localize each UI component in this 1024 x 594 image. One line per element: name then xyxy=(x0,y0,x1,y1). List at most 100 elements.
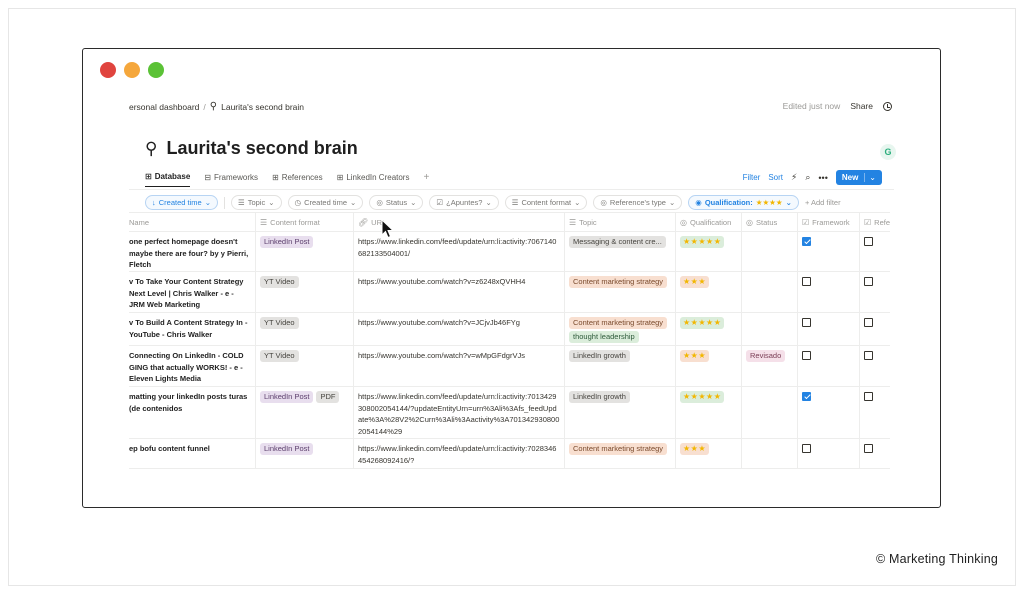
row-content-format[interactable]: YT Video xyxy=(256,313,354,345)
row-qualification[interactable]: ★★★★★ xyxy=(676,232,742,271)
brain-icon[interactable]: ⚲ xyxy=(145,139,157,159)
more-icon[interactable]: ••• xyxy=(818,173,827,183)
framework-checkbox[interactable] xyxy=(802,277,811,286)
row-name[interactable]: matting your linkedIn posts turas de con… xyxy=(129,387,256,438)
arrow-down-icon: ↓ xyxy=(152,198,156,207)
row-status[interactable] xyxy=(742,387,798,438)
brain-icon: ⚲ xyxy=(209,101,218,112)
chevron-down-icon: ⌄ xyxy=(350,198,357,207)
row-qualification[interactable]: ★★★ xyxy=(676,272,742,312)
history-icon[interactable] xyxy=(883,101,892,111)
row-qualification[interactable]: ★★★★★ xyxy=(676,313,742,345)
filter-chip-reference-type[interactable]: ◎ Reference's type ⌄ xyxy=(593,195,683,210)
add-filter-button[interactable]: + Add filter xyxy=(805,198,841,207)
breadcrumb-current[interactable]: Laurita's second brain xyxy=(221,102,304,112)
reference-checkbox[interactable] xyxy=(864,277,873,286)
row-url[interactable]: https://www.youtube.com/watch?v=wMpGFdgr… xyxy=(354,346,565,386)
row-url[interactable]: https://www.linkedin.com/feed/update/urn… xyxy=(354,387,565,438)
framework-checkbox[interactable] xyxy=(802,392,811,401)
row-url[interactable]: https://www.youtube.com/watch?v=JCjvJb46… xyxy=(354,313,565,345)
row-name[interactable]: v To Build A Content Strategy In - YouTu… xyxy=(129,313,256,345)
filter-bar: ↓ Created time ⌄ ☰ Topic ⌄ ◷ Created tim… xyxy=(145,195,841,210)
row-topic[interactable]: Content marketing strategy xyxy=(565,272,676,312)
reference-checkbox[interactable] xyxy=(864,237,873,246)
row-topic[interactable]: LinkedIn growth xyxy=(565,346,676,386)
table-row[interactable]: v To Take Your Content Strategy Next Lev… xyxy=(129,272,890,313)
column-header-topic[interactable]: ☰ Topic xyxy=(565,213,676,231)
filter-chip-status[interactable]: ◎ Status ⌄ xyxy=(369,195,424,210)
filter-chip-content-format[interactable]: ☰ Content format ⌄ xyxy=(504,195,588,210)
column-header-status[interactable]: ◎ Status xyxy=(742,213,798,231)
reference-checkbox[interactable] xyxy=(864,351,873,360)
close-window-button[interactable] xyxy=(100,62,116,78)
column-header-qualification[interactable]: ◎ Qualification xyxy=(676,213,742,231)
table-row[interactable]: v To Build A Content Strategy In - YouTu… xyxy=(129,313,890,346)
chevron-down-icon[interactable]: ⌄ xyxy=(864,173,876,182)
row-content-format[interactable]: LinkedIn Post xyxy=(256,232,354,271)
minimize-window-button[interactable] xyxy=(124,62,140,78)
filter-chip-apuntes[interactable]: ☑ ¿Apuntes? ⌄ xyxy=(429,195,499,210)
reference-checkbox[interactable] xyxy=(864,318,873,327)
tab-database[interactable]: ⊞ Database xyxy=(145,172,191,187)
row-url[interactable]: https://www.linkedin.com/feed/update/urn… xyxy=(354,439,565,468)
row-content-format[interactable]: YT Video xyxy=(256,346,354,386)
format-tag: LinkedIn Post xyxy=(260,443,314,455)
row-content-format[interactable]: LinkedIn Post PDF xyxy=(256,387,354,438)
table-row[interactable]: Connecting On LinkedIn - COLD GING that … xyxy=(129,346,890,387)
framework-checkbox[interactable] xyxy=(802,318,811,327)
tab-references[interactable]: ⊞ References xyxy=(272,172,323,187)
row-content-format[interactable]: LinkedIn Post xyxy=(256,439,354,468)
row-url[interactable]: https://www.youtube.com/watch?v=z6248xQV… xyxy=(354,272,565,312)
search-icon[interactable]: ⌕ xyxy=(805,172,810,183)
sort-button[interactable]: Sort xyxy=(768,173,783,182)
table-row[interactable]: one perfect homepage doesn't maybe there… xyxy=(129,232,890,272)
tab-linkedin-creators[interactable]: ⊞ LinkedIn Creators xyxy=(337,172,410,187)
reference-checkbox[interactable] xyxy=(864,444,873,453)
row-status[interactable] xyxy=(742,313,798,345)
row-qualification[interactable]: ★★★ xyxy=(676,439,742,468)
row-qualification[interactable]: ★★★★★ xyxy=(676,387,742,438)
sort-chip-created-time[interactable]: ↓ Created time ⌄ xyxy=(145,195,218,210)
side-badge-icon[interactable]: G xyxy=(880,144,896,160)
row-qualification[interactable]: ★★★ xyxy=(676,346,742,386)
maximize-window-button[interactable] xyxy=(148,62,164,78)
share-button[interactable]: Share xyxy=(850,101,873,111)
add-view-button[interactable]: + xyxy=(423,172,429,187)
filter-button[interactable]: Filter xyxy=(743,173,761,182)
row-name[interactable]: Connecting On LinkedIn - COLD GING that … xyxy=(129,346,256,386)
row-status[interactable]: Revisado xyxy=(742,346,798,386)
tab-frameworks[interactable]: ⊟ Frameworks xyxy=(204,172,258,187)
table-row[interactable]: ep bofu content funnel LinkedIn Post https… xyxy=(129,439,890,469)
page-title-text[interactable]: Laurita's second brain xyxy=(166,138,357,159)
filter-chip-qualification[interactable]: ◉ Qualification: ★★★★ ⌄ xyxy=(688,195,799,210)
row-status[interactable] xyxy=(742,439,798,468)
row-topic[interactable]: Content marketing strategy xyxy=(565,439,676,468)
row-name[interactable]: one perfect homepage doesn't maybe there… xyxy=(129,232,256,271)
row-status[interactable] xyxy=(742,232,798,271)
framework-checkbox[interactable] xyxy=(802,237,811,246)
row-content-format[interactable]: YT Video xyxy=(256,272,354,312)
row-name[interactable]: v To Take Your Content Strategy Next Lev… xyxy=(129,272,256,312)
column-header-name[interactable]: Name xyxy=(129,213,256,231)
gallery-icon: ⊟ xyxy=(204,172,211,182)
filter-chip-topic[interactable]: ☰ Topic ⌄ xyxy=(230,195,282,210)
row-reference xyxy=(860,439,890,468)
framework-checkbox[interactable] xyxy=(802,444,811,453)
column-header-content-format[interactable]: ☰ Content format xyxy=(256,213,354,231)
row-topic[interactable]: LinkedIn growth xyxy=(565,387,676,438)
row-framework xyxy=(798,313,860,345)
column-header-framework[interactable]: ☑ Framework xyxy=(798,213,860,231)
row-topic[interactable]: Messaging & content cre... xyxy=(565,232,676,271)
new-button[interactable]: New ⌄ xyxy=(835,170,882,185)
row-status[interactable] xyxy=(742,272,798,312)
framework-checkbox[interactable] xyxy=(802,351,811,360)
row-topic[interactable]: Content marketing strategy thought leader… xyxy=(565,313,676,345)
tab-label: References xyxy=(281,172,323,182)
table-row[interactable]: matting your linkedIn posts turas de con… xyxy=(129,387,890,439)
lightning-icon[interactable]: ⚡ xyxy=(791,172,797,183)
breadcrumb-parent[interactable]: ersonal dashboard xyxy=(129,102,199,112)
reference-checkbox[interactable] xyxy=(864,392,873,401)
row-name[interactable]: ep bofu content funnel xyxy=(129,439,256,468)
filter-chip-created-time[interactable]: ◷ Created time ⌄ xyxy=(287,195,364,210)
column-header-reference[interactable]: ☑ Refe xyxy=(860,213,890,231)
